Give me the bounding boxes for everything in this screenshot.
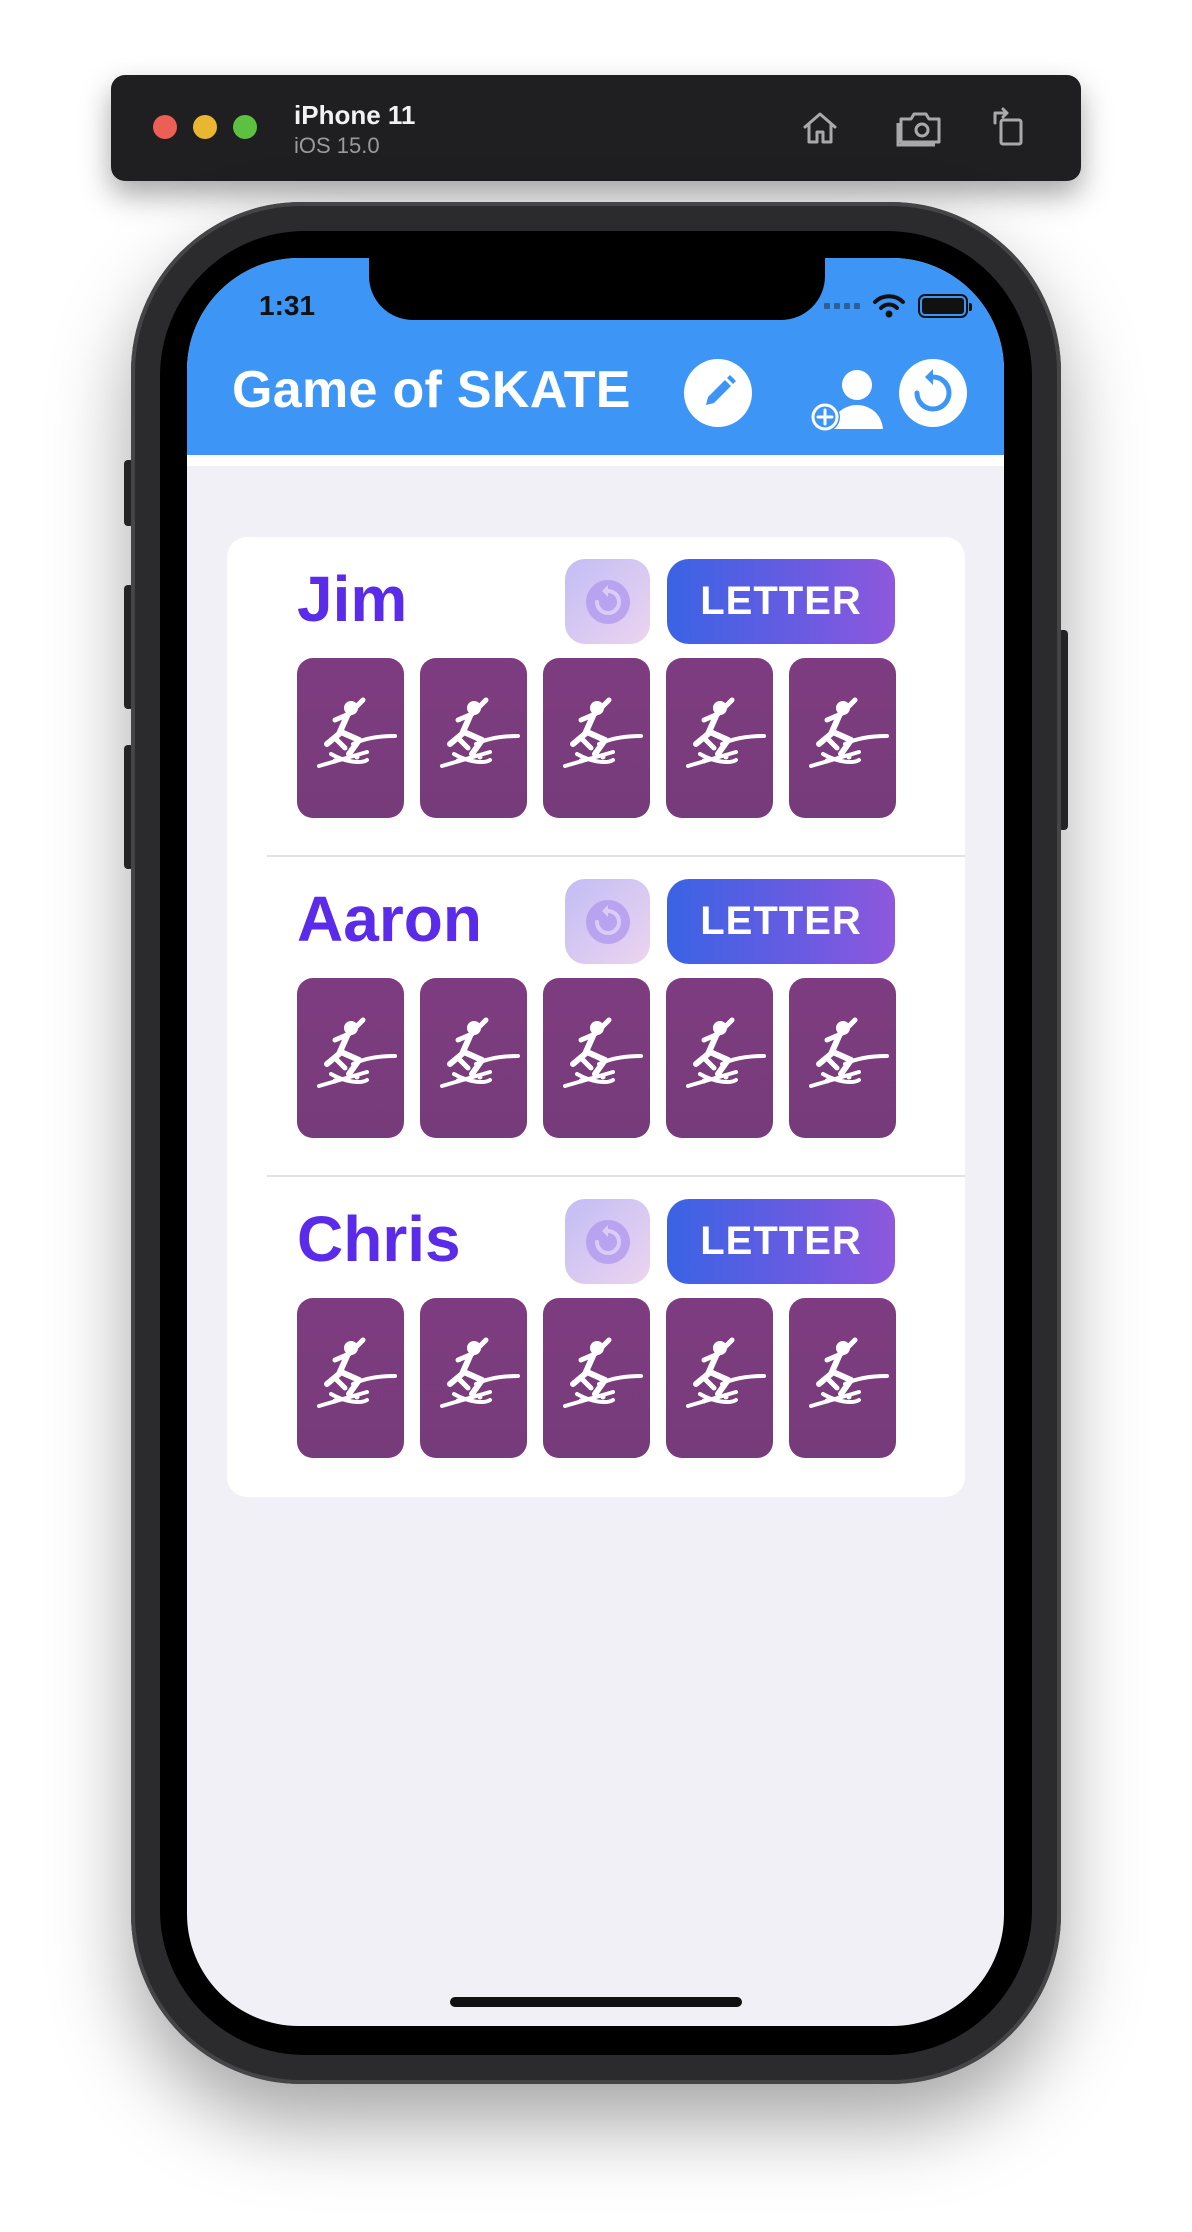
- home-icon[interactable]: [795, 103, 845, 153]
- skater-icon: [808, 1337, 889, 1408]
- letter-tile: [297, 1298, 404, 1458]
- letter-tile: [420, 1298, 527, 1458]
- letter-tile: [420, 978, 527, 1138]
- undo-icon: [585, 899, 630, 944]
- close-window-button[interactable]: [153, 115, 177, 139]
- edit-pencil-icon[interactable]: [684, 359, 752, 427]
- header-divider: [187, 455, 1004, 466]
- skater-icon: [316, 697, 397, 768]
- letter-tile: [543, 658, 650, 818]
- letter-button[interactable]: LETTER: [667, 559, 895, 644]
- player-row: Chris LETTER: [227, 1177, 965, 1497]
- skater-icon: [316, 1337, 397, 1408]
- skater-icon: [439, 1337, 520, 1408]
- player-row: Jim LETTER: [227, 537, 965, 857]
- device-name: iPhone 11: [294, 100, 416, 130]
- undo-letter-button[interactable]: [565, 879, 650, 964]
- simulator-toolbar: iPhone 11 iOS 15.0: [111, 75, 1081, 181]
- zoom-window-button[interactable]: [233, 115, 257, 139]
- rotate-icon[interactable]: [985, 103, 1035, 153]
- player-name: Chris: [297, 1203, 461, 1275]
- letter-tile: [297, 658, 404, 818]
- skater-icon: [685, 1337, 766, 1408]
- skater-icon: [685, 697, 766, 768]
- wifi-icon: [873, 294, 905, 318]
- letter-tile: [420, 658, 527, 818]
- undo-icon: [585, 1219, 630, 1264]
- screenshot-icon[interactable]: [895, 103, 945, 153]
- letter-tile: [543, 1298, 650, 1458]
- status-time: 1:31: [259, 290, 316, 321]
- letter-button[interactable]: LETTER: [667, 879, 895, 964]
- letter-tile: [543, 978, 650, 1138]
- player-row: Aaron LETTER: [227, 857, 965, 1177]
- status-icons: [824, 292, 972, 320]
- reset-game-icon[interactable]: [899, 359, 967, 427]
- notch: [369, 258, 825, 320]
- player-name: Aaron: [297, 883, 482, 955]
- skater-icon: [562, 1017, 643, 1088]
- app-title: Game of SKATE: [232, 361, 631, 419]
- minimize-window-button[interactable]: [193, 115, 217, 139]
- device-os-version: iOS 15.0: [294, 133, 380, 158]
- letter-tile: [789, 1298, 896, 1458]
- letter-tile: [789, 658, 896, 818]
- letter-tile: [297, 978, 404, 1138]
- letter-tile: [666, 978, 773, 1138]
- skater-icon: [439, 1017, 520, 1088]
- letter-button[interactable]: LETTER: [667, 1199, 895, 1284]
- skater-icon: [685, 1017, 766, 1088]
- skate-letter-tiles: [297, 978, 896, 1138]
- skate-letter-tiles: [297, 658, 896, 818]
- letter-tile: [666, 1298, 773, 1458]
- skater-icon: [316, 1017, 397, 1088]
- battery-icon: [918, 294, 972, 318]
- skater-icon: [808, 1017, 889, 1088]
- undo-letter-button[interactable]: [565, 1199, 650, 1284]
- skater-icon: [562, 697, 643, 768]
- phone-screen: 1:31 Game of SKATE Jim LETTER Aaron LETT…: [187, 258, 1004, 2026]
- undo-icon: [585, 579, 630, 624]
- skater-icon: [439, 697, 520, 768]
- player-name: Jim: [297, 563, 408, 635]
- home-indicator: [450, 1997, 742, 2007]
- letter-tile: [666, 658, 773, 818]
- letter-tile: [789, 978, 896, 1138]
- players-card: Jim LETTER Aaron LETTER Chris LETTER: [227, 537, 965, 1497]
- add-player-icon[interactable]: [807, 357, 895, 437]
- skater-icon: [808, 697, 889, 768]
- app-header: 1:31 Game of SKATE: [187, 258, 1004, 455]
- skate-letter-tiles: [297, 1298, 896, 1458]
- cellular-signal-icon: [824, 303, 860, 309]
- skater-icon: [562, 1337, 643, 1408]
- undo-letter-button[interactable]: [565, 559, 650, 644]
